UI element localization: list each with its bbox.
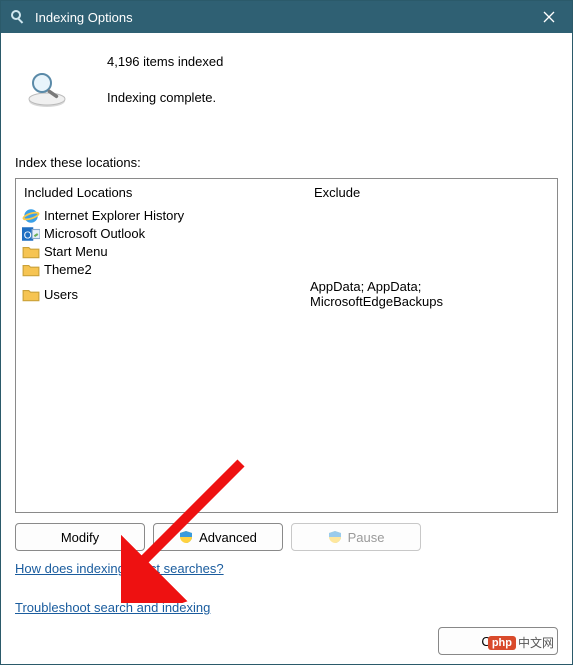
pause-button-label: Pause (348, 530, 385, 545)
table-row[interactable]: UsersAppData; AppData; MicrosoftEdgeBack… (16, 278, 557, 310)
pause-button: Pause (291, 523, 421, 551)
indexing-options-dialog: Indexing Options 4,196 items indexed Ind… (0, 0, 573, 665)
folder-icon (22, 243, 40, 259)
indexing-icon (9, 8, 27, 26)
locations-list: Included Locations Exclude Internet Expl… (15, 178, 558, 513)
close-window-button[interactable] (526, 1, 572, 33)
location-name: Users (44, 287, 310, 302)
modify-button-label: Modify (61, 530, 99, 545)
table-row[interactable]: Internet Explorer History (16, 206, 557, 224)
window-title: Indexing Options (35, 10, 526, 25)
outlook-icon: O (22, 225, 40, 241)
folder-icon (22, 286, 40, 302)
status-block: 4,196 items indexed Indexing complete. (15, 53, 558, 125)
col-exclude: Exclude (314, 185, 549, 200)
advanced-button-label: Advanced (199, 530, 257, 545)
svg-text:O: O (24, 231, 32, 242)
ie-icon (22, 207, 40, 223)
close-row: Close (15, 615, 558, 655)
location-name: Start Menu (44, 244, 310, 259)
close-icon (543, 11, 555, 23)
shield-icon (179, 530, 193, 544)
table-row[interactable]: Start Menu (16, 242, 557, 260)
advanced-button[interactable]: Advanced (153, 523, 283, 551)
location-exclude: AppData; AppData; MicrosoftEdgeBackups (310, 279, 551, 309)
modify-button[interactable]: Modify (15, 523, 145, 551)
col-included: Included Locations (24, 185, 314, 200)
location-name: Microsoft Outlook (44, 226, 310, 241)
items-indexed-label: 4,196 items indexed (107, 53, 223, 71)
table-row[interactable]: Theme2 (16, 260, 557, 278)
folder-icon (22, 261, 40, 277)
table-row[interactable]: O Microsoft Outlook (16, 224, 557, 242)
button-row: Modify Advanced Pause (15, 523, 558, 551)
locations-rows[interactable]: Internet Explorer History O Microsoft Outl… (16, 206, 557, 512)
location-name: Theme2 (44, 262, 310, 277)
locations-headers: Included Locations Exclude (16, 179, 557, 206)
indexing-state-label: Indexing complete. (107, 89, 223, 107)
dialog-content: 4,196 items indexed Indexing complete. I… (1, 33, 572, 665)
close-button-label: Close (481, 634, 514, 649)
location-name: Internet Explorer History (44, 208, 310, 223)
troubleshoot-link[interactable]: Troubleshoot search and indexing (15, 600, 558, 615)
locations-label: Index these locations: (15, 155, 558, 170)
magnifier-icon (25, 67, 69, 111)
help-link[interactable]: How does indexing affect searches? (15, 561, 558, 576)
shield-icon (328, 530, 342, 544)
close-button[interactable]: Close (438, 627, 558, 655)
titlebar: Indexing Options (1, 1, 572, 33)
status-text: 4,196 items indexed Indexing complete. (107, 53, 223, 125)
